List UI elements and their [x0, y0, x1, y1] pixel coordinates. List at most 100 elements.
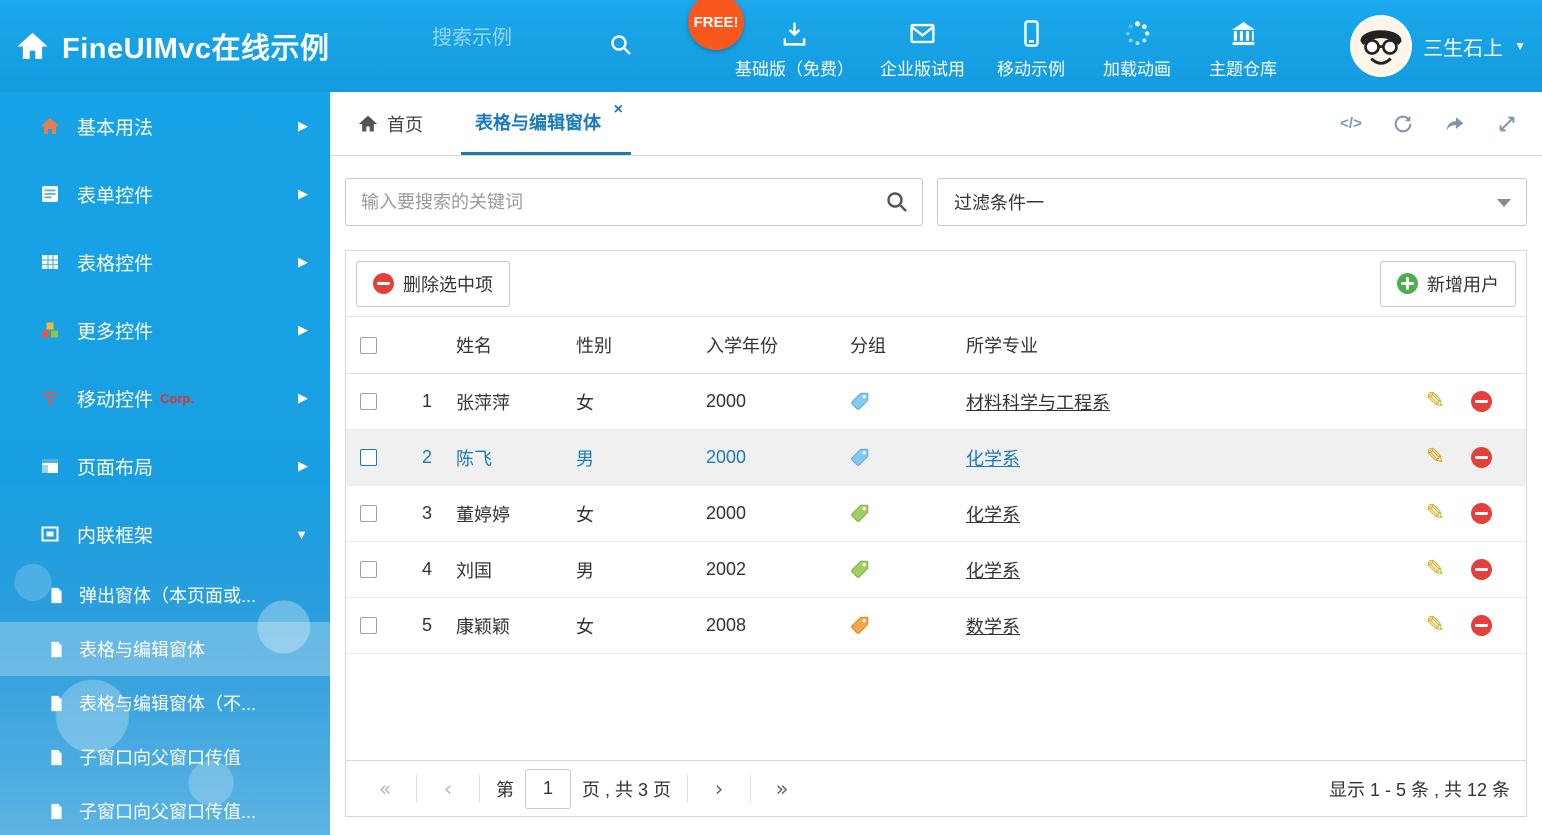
table-row[interactable]: 5 康颖颖 女 2008 数学系 ✎ [346, 598, 1526, 654]
tag-icon[interactable] [850, 504, 869, 523]
search-icon[interactable] [885, 190, 909, 214]
table-row[interactable]: 2 陈飞 男 2000 化学系 ✎ [346, 430, 1526, 486]
sidebar-item-more-controls[interactable]: 更多控件 ▶ [0, 296, 330, 364]
table-row[interactable]: 3 董婷婷 女 2000 化学系 ✎ [346, 486, 1526, 542]
delete-row-icon[interactable] [1471, 391, 1492, 412]
delete-row-icon[interactable] [1471, 503, 1492, 524]
row-checkbox[interactable] [360, 561, 377, 578]
tag-icon[interactable] [850, 392, 869, 411]
sidebar-subitem-label: 子窗口向父窗口传值... [79, 798, 256, 824]
nav-item-mobile-demo[interactable]: 移动示例 [978, 0, 1084, 92]
sidebar-item-form-controls[interactable]: 表单控件 ▶ [0, 160, 330, 228]
nav-item-theme-store[interactable]: 主题仓库 [1190, 0, 1296, 92]
first-page-button[interactable]: « [362, 777, 408, 801]
sidebar-item-basic-usage[interactable]: 基本用法 ▶ [0, 92, 330, 160]
sidebar-subitem-label: 弹出窗体（本页面或... [79, 582, 256, 608]
edit-icon[interactable]: ✎ [1426, 446, 1445, 469]
refresh-icon[interactable] [1390, 111, 1416, 137]
nav-item-loading-animation[interactable]: 加载动画 [1084, 0, 1190, 92]
header-search-input[interactable] [430, 26, 594, 51]
sidebar-item-mobile-controls[interactable]: 移动控件 Corp. ▶ [0, 364, 330, 432]
user-name: 三生石上 [1423, 32, 1503, 61]
sidebar-subitem-label: 表格与编辑窗体（不... [79, 690, 256, 716]
search-icon[interactable] [609, 33, 633, 57]
sidebar: 基本用法 ▶ 表单控件 ▶ 表格控件 ▶ 更多控件 ▶ 移动控件 Corp. ▶… [0, 92, 330, 835]
download-icon [780, 19, 809, 48]
divider [416, 775, 417, 803]
major-link[interactable]: 化学系 [966, 505, 1020, 525]
sidebar-subitem-child-to-parent[interactable]: 子窗口向父窗口传值 [0, 730, 330, 784]
sidebar-subitem-grid-edit-window-alt[interactable]: 表格与编辑窗体（不... [0, 676, 330, 730]
nav-item-enterprise-trial[interactable]: 企业版试用 [867, 0, 978, 92]
share-icon[interactable] [1442, 111, 1468, 137]
delete-row-icon[interactable] [1471, 559, 1492, 580]
column-header-gender[interactable]: 性别 [576, 332, 706, 358]
cell-name: 康颖颖 [456, 613, 576, 639]
sidebar-item-page-layout[interactable]: 页面布局 ▶ [0, 432, 330, 500]
major-link[interactable]: 数学系 [966, 617, 1020, 637]
row-number: 5 [396, 615, 456, 636]
grid-toolbar: 删除选中项 新增用户 [346, 251, 1526, 317]
edit-icon[interactable]: ✎ [1426, 502, 1445, 525]
file-icon [48, 641, 65, 658]
sidebar-subitem-label: 子窗口向父窗口传值 [79, 744, 241, 770]
sidebar-item-grid-controls[interactable]: 表格控件 ▶ [0, 228, 330, 296]
column-header-major[interactable]: 所学专业 [966, 332, 1396, 358]
brand[interactable]: FineUIMvc在线示例 [16, 0, 330, 92]
page-number-input[interactable] [525, 769, 571, 809]
tab-grid-edit-window[interactable]: 表格与编辑窗体 × [461, 92, 631, 155]
form-icon [40, 184, 60, 204]
sidebar-subitem-child-to-parent-alt[interactable]: 子窗口向父窗口传值... [0, 784, 330, 835]
nav-item-basic-edition[interactable]: 基础版（免费） [722, 0, 867, 92]
sidebar-item-inline-frame[interactable]: 内联框架 ▼ [0, 500, 330, 568]
expand-icon[interactable] [1494, 111, 1520, 137]
delete-selected-button[interactable]: 删除选中项 [356, 261, 510, 307]
table-header: 姓名 性别 入学年份 分组 所学专业 [346, 317, 1526, 374]
edit-icon[interactable]: ✎ [1426, 614, 1445, 637]
edit-icon[interactable]: ✎ [1426, 390, 1445, 413]
tab-close-icon[interactable]: × [614, 101, 623, 119]
last-page-button[interactable]: » [759, 777, 805, 801]
chevron-right-icon: ▶ [298, 254, 308, 270]
cell-gender: 女 [576, 501, 706, 527]
column-header-group[interactable]: 分组 [846, 332, 966, 358]
row-checkbox[interactable] [360, 393, 377, 410]
delete-row-icon[interactable] [1471, 447, 1492, 468]
cell-name: 陈飞 [456, 445, 576, 471]
edit-icon[interactable]: ✎ [1426, 558, 1445, 581]
delete-row-icon[interactable] [1471, 615, 1492, 636]
tab-home[interactable]: 首页 [346, 92, 435, 155]
prev-page-button[interactable]: ‹ [425, 777, 471, 801]
column-header-year[interactable]: 入学年份 [706, 332, 846, 358]
filter-dropdown[interactable]: 过滤条件一 [937, 178, 1527, 226]
column-header-name[interactable]: 姓名 [456, 332, 576, 358]
table-row[interactable]: 4 刘国 男 2002 化学系 ✎ [346, 542, 1526, 598]
cell-gender: 男 [576, 557, 706, 583]
row-number: 2 [396, 447, 456, 468]
row-checkbox[interactable] [360, 449, 377, 466]
sidebar-subitem-popup-window[interactable]: 弹出窗体（本页面或... [0, 568, 330, 622]
keyword-search-input[interactable] [346, 179, 922, 225]
mobile-icon [1017, 19, 1046, 48]
major-link[interactable]: 化学系 [966, 449, 1020, 469]
tag-icon[interactable] [850, 560, 869, 579]
page-number-group: 第 页 , 共 3 页 [496, 769, 671, 809]
nav-item-label: 企业版试用 [880, 55, 965, 80]
table-row[interactable]: 1 张萍萍 女 2000 材料科学与工程系 ✎ [346, 374, 1526, 430]
row-checkbox[interactable] [360, 617, 377, 634]
envelope-icon [908, 19, 937, 48]
file-icon [48, 749, 65, 766]
select-all-checkbox[interactable] [360, 337, 377, 354]
source-code-icon[interactable]: </> [1338, 111, 1364, 137]
sidebar-subitem-grid-edit-window[interactable]: 表格与编辑窗体 [0, 622, 330, 676]
tag-icon[interactable] [850, 448, 869, 467]
user-menu[interactable]: 三生石上 ▼ [1350, 0, 1526, 92]
major-link[interactable]: 化学系 [966, 561, 1020, 581]
row-checkbox[interactable] [360, 505, 377, 522]
tag-icon[interactable] [850, 616, 869, 635]
sidebar-item-label: 内联框架 [77, 521, 153, 548]
add-user-button[interactable]: 新增用户 [1380, 261, 1516, 307]
next-page-button[interactable]: › [696, 777, 742, 801]
major-link[interactable]: 材料科学与工程系 [966, 393, 1110, 413]
cell-name: 董婷婷 [456, 501, 576, 527]
